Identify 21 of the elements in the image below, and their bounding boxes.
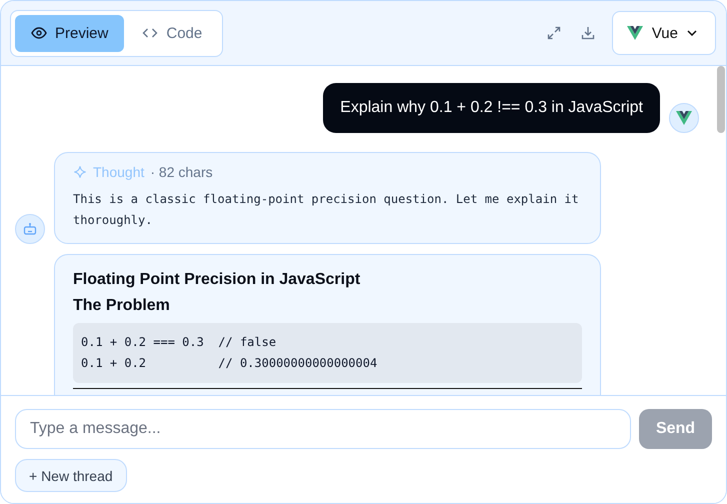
char-count: · 82 chars [150, 164, 213, 180]
view-tab[interactable]: Code [126, 14, 218, 52]
eye-icon [31, 25, 47, 41]
vue-logo-icon [626, 26, 643, 40]
expand-icon[interactable] [546, 25, 562, 41]
new-thread-button[interactable]: + New thread [15, 459, 127, 492]
section-heading: The Problem [73, 297, 171, 315]
answer-title: Floating Point Precision in JavaScript [73, 271, 362, 289]
sparkle-icon [73, 165, 87, 179]
code-line: 0.1 + 0.2 === 0.3 // false [81, 334, 278, 351]
message-input[interactable]: Type a message... [15, 409, 631, 449]
scrollbar[interactable] [717, 66, 725, 133]
download-icon[interactable] [580, 25, 596, 41]
user-message: Explain why 0.1 + 0.2 !== 0.3 in JavaScript [323, 83, 660, 133]
thought-text: This is a classic floating-point precision question. Let me explain it thoroughly. [73, 191, 580, 229]
vue-logo-icon [676, 111, 692, 125]
code-line: 0.1 + 0.2 // 0.30000000000000004 [81, 355, 378, 372]
view-tab[interactable]: Preview [15, 14, 124, 52]
framework-select[interactable]: Vue [612, 11, 716, 55]
robot-icon [22, 221, 38, 237]
chevron-down-icon [687, 30, 697, 36]
